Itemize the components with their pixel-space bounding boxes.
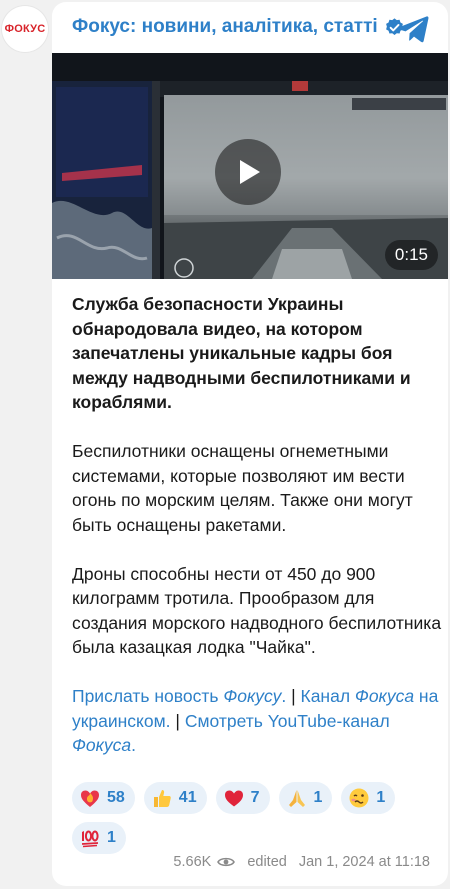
send-news-link[interactable]: Прислать новость Фокусу. [72, 686, 286, 706]
view-count: 5.66K [173, 854, 212, 870]
reaction-count: 7 [250, 789, 260, 806]
reaction-count: 1 [376, 789, 386, 806]
reaction-heart-on-fire[interactable]: 58 [72, 782, 135, 814]
link-separator: | [286, 686, 301, 706]
message-text: Служба безопасности Украины обнародовала… [72, 292, 442, 782]
reaction-woozy-face[interactable]: 1 [341, 782, 396, 814]
channel-link-brand: Фокуса [354, 686, 415, 706]
woozy-face-icon [348, 787, 370, 809]
channel-link-prefix: Канал [300, 686, 355, 706]
youtube-link-brand: Фокуса [72, 735, 132, 755]
reaction-count: 41 [178, 789, 197, 806]
send-news-link-brand: Фокусу [223, 686, 282, 706]
youtube-link-period: . [131, 735, 137, 755]
play-button[interactable] [215, 139, 281, 205]
hundred-points-icon [79, 827, 101, 849]
red-heart-icon [223, 787, 245, 809]
send-news-link-text: Прислать новость [72, 686, 224, 706]
body-paragraph-1: Беспилотники оснащены огнеметными систем… [72, 441, 413, 535]
telegram-share-icon[interactable] [396, 11, 430, 45]
reactions-bar: 58 41 7 1 1 1 [72, 782, 444, 854]
message-header: Фокус: новини, аналітика, статті [52, 2, 448, 52]
reaction-count: 58 [107, 789, 125, 806]
reaction-count: 1 [313, 789, 323, 806]
message-timestamp: Jan 1, 2024 at 11:18 [298, 854, 430, 870]
reaction-folded-hands[interactable]: 1 [278, 782, 333, 814]
folded-hands-icon [286, 787, 308, 809]
edited-label: edited [247, 854, 287, 870]
reaction-thumbs-up[interactable]: 41 [143, 782, 207, 814]
video-preview[interactable]: 0:15 [52, 53, 448, 279]
eye-icon [217, 857, 236, 867]
message-footer: 5.66K edited Jan 1, 2024 at 11:18 [173, 854, 430, 870]
reaction-count: 1 [107, 829, 116, 846]
message-card: Фокус: новини, аналітика, статті 0:15 Сл… [52, 2, 448, 886]
heart-on-fire-icon [79, 787, 101, 809]
youtube-link-prefix: Смотреть YouTube-канал [184, 710, 390, 731]
body-paragraph-2: Дроны способны нести от 450 до 900 килог… [72, 563, 442, 658]
avatar-logo-text: ФОКУС [4, 23, 46, 35]
link-separator: | [170, 710, 185, 731]
reaction-hundred-points[interactable]: 1 [72, 822, 126, 854]
links-paragraph: Прислать новость Фокусу. | Канал Фокуса … [72, 684, 442, 758]
thumbs-up-icon [151, 787, 173, 809]
channel-avatar[interactable]: ФОКУС [2, 6, 48, 52]
reaction-red-heart[interactable]: 7 [215, 782, 270, 814]
channel-name[interactable]: Фокус: новини, аналітика, статті [72, 16, 378, 38]
play-icon [240, 160, 260, 184]
headline-paragraph: Служба безопасности Украины обнародовала… [72, 294, 411, 412]
video-duration-badge: 0:15 [384, 240, 438, 270]
